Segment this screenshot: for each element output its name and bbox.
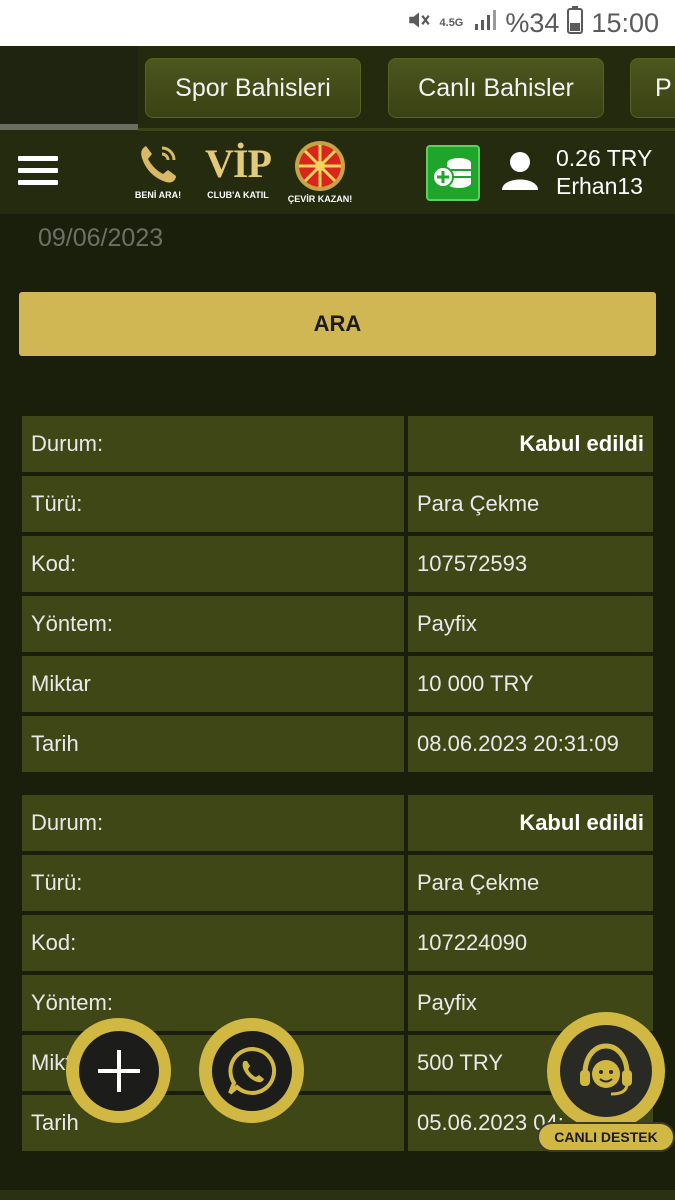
status-bar: 4.5G %34 15:00 <box>0 0 675 46</box>
tab-sports-betting[interactable]: Spor Bahisleri <box>145 58 361 118</box>
account-summary[interactable]: 0.26 TRY Erhan13 <box>556 144 652 200</box>
table-row: Durum: Kabul edildi <box>22 795 653 851</box>
site-header: BENİ ARA! VİP CLUB'A KATIL ÇEVİR KAZAN! <box>0 134 675 214</box>
bottom-bar <box>0 1190 675 1200</box>
table-row: Kod: 107572593 <box>22 536 653 592</box>
user-icon[interactable] <box>500 150 540 192</box>
whatsapp-icon <box>227 1046 276 1095</box>
vip-label: CLUB'A KATIL <box>207 190 269 200</box>
method-value: Payfix <box>408 596 653 652</box>
date-field[interactable] <box>20 218 656 258</box>
whatsapp-button[interactable] <box>199 1018 304 1123</box>
status-value: Kabul edildi <box>408 416 653 472</box>
headset-agent-icon <box>580 1043 632 1096</box>
signal-icon <box>473 8 497 39</box>
table-row: Durum: Kabul edildi <box>22 416 653 472</box>
spin-win-label: ÇEVİR KAZAN! <box>287 194 353 204</box>
network-type: 4.5G <box>439 16 464 29</box>
vip-club-promo[interactable]: VİP CLUB'A KATIL <box>200 140 276 200</box>
menu-icon[interactable] <box>18 156 58 188</box>
nav-divider <box>138 128 675 131</box>
code-value: 107224090 <box>408 915 653 971</box>
wheel-icon <box>295 141 345 191</box>
battery-level: %34 <box>505 7 560 38</box>
method-label: Yöntem: <box>22 975 404 1031</box>
code-label: Kod: <box>22 915 404 971</box>
plus-icon <box>97 1049 140 1092</box>
clock: 15:00 <box>591 7 659 38</box>
deposit-button[interactable] <box>426 145 480 201</box>
status-label: Durum: <box>22 795 404 851</box>
coins-plus-icon <box>432 158 471 188</box>
date-label: Tarih <box>22 716 404 772</box>
type-label: Türü: <box>22 476 404 532</box>
tab-live-betting[interactable]: Canlı Bahisler <box>388 58 604 118</box>
amount-value: 10 000 TRY <box>408 656 653 712</box>
table-row: Türü: Para Çekme <box>22 476 653 532</box>
phone-icon <box>141 146 176 183</box>
search-button[interactable]: ARA <box>19 292 656 356</box>
tab-partial[interactable]: P <box>630 58 675 118</box>
spin-win-promo[interactable]: ÇEVİR KAZAN! <box>282 140 358 204</box>
table-row: Yöntem: Payfix <box>22 596 653 652</box>
table-row: Kod: 107224090 <box>22 915 653 971</box>
active-tab-indicator <box>0 124 138 130</box>
balance-amount: 0.26 TRY <box>556 145 653 171</box>
nav-blank-tab[interactable] <box>0 46 138 124</box>
table-row: Tarih 08.06.2023 20:31:09 <box>22 716 653 772</box>
battery-icon <box>567 5 584 41</box>
amount-label: Miktar <box>22 656 404 712</box>
status-value: Kabul edildi <box>408 795 653 851</box>
top-nav: Spor Bahisleri Canlı Bahisler P <box>0 46 675 134</box>
code-label: Kod: <box>22 536 404 592</box>
mute-icon <box>406 7 432 40</box>
type-label: Türü: <box>22 855 404 911</box>
call-me-promo[interactable]: BENİ ARA! <box>128 140 188 200</box>
method-label: Yöntem: <box>22 596 404 652</box>
code-value: 107572593 <box>408 536 653 592</box>
vip-logo: VİP <box>205 141 272 186</box>
transaction-card: Durum: Kabul edildi Türü: Para Çekme Kod… <box>22 416 653 776</box>
type-value: Para Çekme <box>408 476 653 532</box>
table-row: Türü: Para Çekme <box>22 855 653 911</box>
table-row: Miktar 10 000 TRY <box>22 656 653 712</box>
type-value: Para Çekme <box>408 855 653 911</box>
username: Erhan13 <box>556 173 643 199</box>
live-support-label: CANLI DESTEK <box>537 1122 675 1152</box>
live-support-button[interactable]: CANLI DESTEK <box>537 1012 675 1152</box>
expand-fab-button[interactable] <box>66 1018 171 1123</box>
status-label: Durum: <box>22 416 404 472</box>
date-value: 08.06.2023 20:31:09 <box>408 716 653 772</box>
call-me-label: BENİ ARA! <box>134 190 182 200</box>
